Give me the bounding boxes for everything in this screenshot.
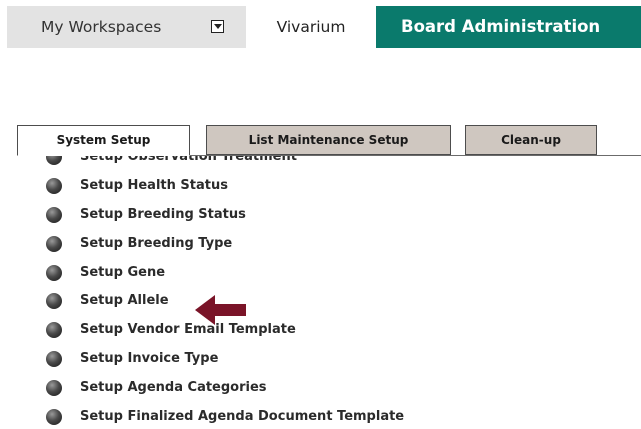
bullet-icon [46,177,62,194]
setup-health-status-link[interactable]: Setup Health Status [80,177,228,195]
list-item: Setup Vendor Email Template [0,316,641,345]
nav-vivarium[interactable]: Vivarium [246,6,376,48]
list-item: Setup Observation Treatment [0,156,641,172]
setup-breeding-status-link[interactable]: Setup Breeding Status [80,206,246,224]
setup-gene-link[interactable]: Setup Gene [80,264,165,282]
bullet-icon [46,156,62,165]
list-item: Setup Breeding Type [0,230,641,259]
tab-system-setup[interactable]: System Setup [17,125,190,156]
list-item: Setup Agenda Categories [0,374,641,403]
nav-board-administration[interactable]: Board Administration [376,6,641,48]
setup-breeding-type-link[interactable]: Setup Breeding Type [80,235,232,253]
setup-agenda-categories-link[interactable]: Setup Agenda Categories [80,379,267,397]
bullet-icon [46,351,62,368]
bullet-icon [46,235,62,252]
bullet-icon [46,380,62,397]
my-workspaces-label: My Workspaces [41,18,162,36]
bullet-icon [46,322,62,339]
bullet-icon [46,293,62,310]
setup-observation-treatment-link[interactable]: Setup Observation Treatment [80,156,297,166]
tab-list-maintenance-setup[interactable]: List Maintenance Setup [206,125,451,155]
bullet-icon [46,206,62,223]
setup-finalized-agenda-document-template-link[interactable]: Setup Finalized Agenda Document Template [80,408,404,426]
bullet-icon [46,409,62,426]
setup-allele-link[interactable]: Setup Allele [80,292,169,310]
setup-vendor-email-template-link[interactable]: Setup Vendor Email Template [80,321,296,339]
dropdown-toggle-icon[interactable] [211,20,224,33]
bullet-icon [46,264,62,281]
list-item: Setup Allele [0,287,641,316]
tab-clean-up[interactable]: Clean-up [465,125,597,155]
list-item: Setup Health Status [0,172,641,201]
setup-invoice-type-link[interactable]: Setup Invoice Type [80,350,218,368]
left-arrow-icon [195,295,246,325]
list-item: Setup Invoice Type [0,345,641,374]
setup-list-panel: Setup Observation Treatment Setup Health… [0,156,641,429]
setup-list: Setup Observation Treatment Setup Health… [0,156,641,429]
top-navigation: My Workspaces Vivarium Board Administrat… [0,0,641,49]
list-item: Setup Finalized Agenda Document Template [0,403,641,429]
my-workspaces-menu[interactable]: My Workspaces [7,6,246,48]
list-item: Setup Gene [0,259,641,288]
list-item: Setup Breeding Status [0,201,641,230]
